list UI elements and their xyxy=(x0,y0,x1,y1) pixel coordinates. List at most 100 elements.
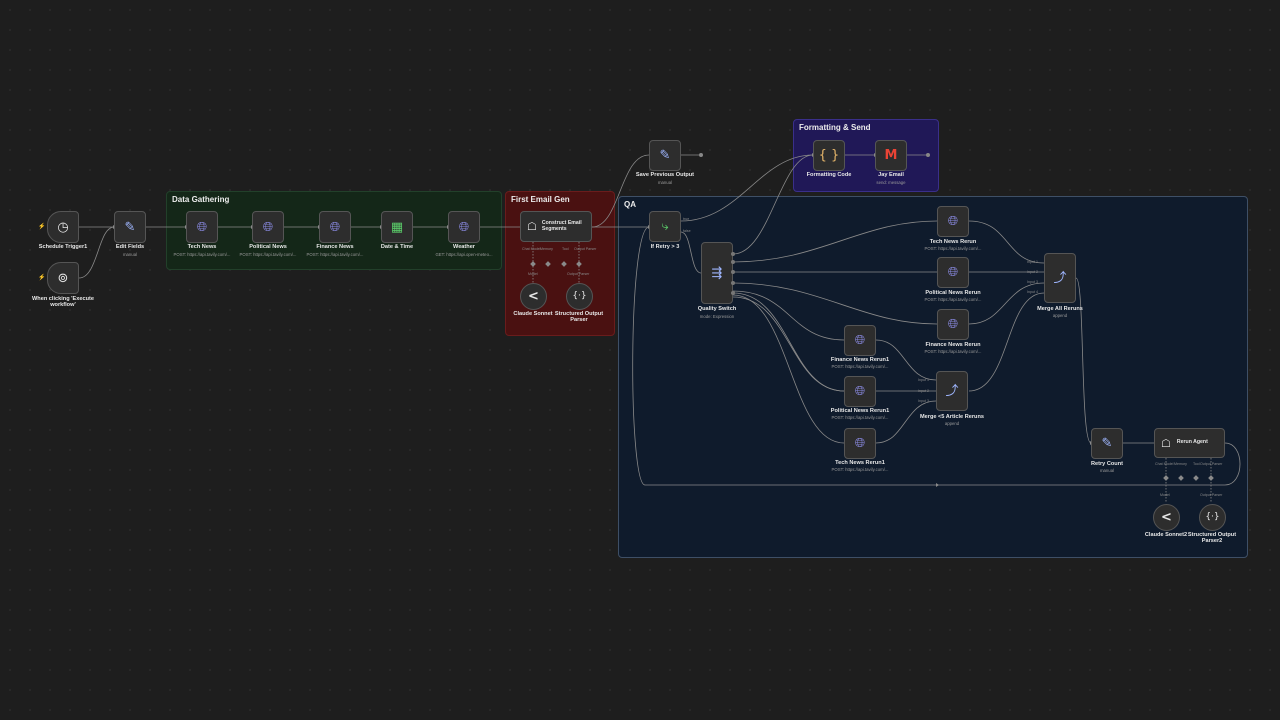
tech-news-node[interactable]: 🌐︎ xyxy=(186,211,218,243)
port-label: Memory xyxy=(1174,462,1187,466)
formatting-code-node[interactable]: { } xyxy=(813,140,845,171)
jay-email-node[interactable]: M xyxy=(875,140,907,171)
node-label: Tech News Rerun1 xyxy=(835,460,885,466)
schedule-trigger-node[interactable]: ◷ xyxy=(47,211,79,243)
globe-icon: 🌐︎ xyxy=(854,436,866,451)
weather-node[interactable]: 🌐︎ xyxy=(448,211,480,243)
construct-email-agent-node[interactable]: ☖ Construct Email Segments xyxy=(520,211,592,242)
node-label: Retry Count xyxy=(1090,461,1123,467)
merge-lt5-reruns-node[interactable]: ⤴ xyxy=(936,371,968,411)
claude-sonnet2-node[interactable]: < xyxy=(1153,504,1180,531)
node-label: Structured Output Parser xyxy=(554,311,604,324)
merge-icon: ⤴ xyxy=(1053,270,1067,286)
node-subtitle: append xyxy=(1052,313,1068,318)
port-label: Output Parser xyxy=(1200,462,1223,466)
node-subtitle: POST: https://api.tavily.com/... xyxy=(924,349,982,354)
node-subtitle: append xyxy=(944,421,960,426)
claude-sonnet-node[interactable]: < xyxy=(520,283,547,310)
port-label: Output Parser xyxy=(567,272,590,276)
political-news-rerun-node[interactable]: 🌐︎ xyxy=(937,257,969,288)
political-news-rerun1-node[interactable]: 🌐︎ xyxy=(844,376,876,407)
globe-icon: 🌐︎ xyxy=(947,317,959,332)
pencil-icon: ✎ xyxy=(124,219,136,235)
node-subtitle: POST: https://api.tavily.com/... xyxy=(924,246,982,251)
group-title: Data Gathering xyxy=(172,195,230,204)
claude-icon: < xyxy=(528,289,539,304)
structured-output-parser-node[interactable]: {·} xyxy=(566,283,593,310)
port-label: Model xyxy=(528,272,538,276)
node-label: Political News Rerun xyxy=(925,290,981,296)
globe-icon: 🌐︎ xyxy=(329,219,341,235)
date-time-node[interactable]: ▦ xyxy=(381,211,413,243)
globe-icon: 🌐︎ xyxy=(262,219,274,235)
node-subtitle: POST: https://api.tavily.com/... xyxy=(831,467,889,472)
node-subtitle: manual xyxy=(1099,468,1115,473)
node-label: Save Previous Output xyxy=(635,172,695,178)
node-label: Structured Output Parser2 xyxy=(1187,532,1237,545)
code-braces-icon: { } xyxy=(818,148,840,163)
cursor-click-icon: ⊚ xyxy=(57,270,69,286)
merge-icon: ⤴ xyxy=(945,383,959,399)
manual-trigger-node[interactable]: ⊚ xyxy=(47,262,79,294)
finance-news-rerun1-node[interactable]: 🌐︎ xyxy=(844,325,876,356)
node-label: Merge <5 Article Reruns xyxy=(920,414,984,420)
output-endpoint[interactable] xyxy=(926,153,930,157)
output-port[interactable] xyxy=(731,252,735,256)
switch-icon: ⇶ xyxy=(711,265,723,281)
node-label: Rerun Agent xyxy=(1176,439,1208,446)
calendar-icon: ▦ xyxy=(390,219,404,235)
node-label: Construct Email Segments xyxy=(541,219,582,232)
edit-fields-node[interactable]: ✎ xyxy=(114,211,146,243)
structured-output-parser2-node[interactable]: {·} xyxy=(1199,504,1226,531)
pencil-icon: ✎ xyxy=(659,148,671,163)
node-label: Finance News Rerun1 xyxy=(830,357,890,363)
rerun-agent-node[interactable]: ☖ Rerun Agent xyxy=(1154,428,1225,458)
output-port[interactable] xyxy=(731,281,735,285)
pencil-icon: ✎ xyxy=(1101,436,1113,451)
tech-news-rerun1-node[interactable]: 🌐︎ xyxy=(844,428,876,459)
branch-true-label: true xyxy=(683,217,690,221)
retry-count-node[interactable]: ✎ xyxy=(1091,428,1123,459)
node-label: Weather xyxy=(453,244,475,250)
input-label: Input 2 xyxy=(918,389,929,393)
node-label: Political News Rerun1 xyxy=(830,408,890,414)
finance-news-rerun-node[interactable]: 🌐︎ xyxy=(937,309,969,340)
save-previous-output-node[interactable]: ✎ xyxy=(649,140,681,171)
robot-icon: ☖ xyxy=(527,220,537,233)
node-subtitle: GET: https://api.open-meteo... xyxy=(435,252,493,257)
input-label: Input 1 xyxy=(1027,260,1038,264)
port-label: Output Parser xyxy=(1200,493,1223,497)
port-label: Model xyxy=(1160,493,1170,497)
quality-switch-node[interactable]: ⇶ xyxy=(701,242,733,304)
input-label: Input 3 xyxy=(1027,280,1038,284)
input-label: Input 1 xyxy=(918,378,929,382)
output-port[interactable] xyxy=(731,270,735,274)
braces-icon: {·} xyxy=(572,291,587,301)
merge-all-reruns-node[interactable]: ⤴ xyxy=(1044,253,1076,303)
node-subtitle: POST: https://api.tavily.com/... xyxy=(831,364,889,369)
output-port[interactable] xyxy=(731,260,735,264)
political-news-node[interactable]: 🌐︎ xyxy=(252,211,284,243)
input-label: Input 3 xyxy=(918,399,929,403)
braces-icon: {·} xyxy=(1205,512,1220,522)
output-endpoint[interactable] xyxy=(699,153,703,157)
tech-news-rerun-node[interactable]: 🌐︎ xyxy=(937,206,969,237)
port-label: Chat Model xyxy=(522,247,541,251)
globe-icon: 🌐︎ xyxy=(458,219,470,235)
port-label: Tool xyxy=(1193,462,1200,466)
finance-news-node[interactable]: 🌐︎ xyxy=(319,211,351,243)
trigger-bolt-icon: ⚡ xyxy=(38,275,46,281)
port-label: Output Parser xyxy=(574,247,597,251)
trigger-bolt-icon: ⚡ xyxy=(38,224,46,230)
node-subtitle: POST: https://api.tavily.com/... xyxy=(306,252,364,257)
globe-icon: 🌐︎ xyxy=(947,214,959,229)
port-label: Memory xyxy=(540,247,553,251)
node-subtitle: manual xyxy=(657,180,673,185)
port-label: Chat Model xyxy=(1155,462,1174,466)
globe-icon: 🌐︎ xyxy=(947,265,959,280)
if-retry-node[interactable]: ⤷ xyxy=(649,211,681,242)
node-label: Finance News Rerun xyxy=(925,342,981,348)
group-title: First Email Gen xyxy=(511,195,570,204)
node-label: If Retry > 3 xyxy=(650,244,680,250)
output-port[interactable] xyxy=(731,291,735,295)
